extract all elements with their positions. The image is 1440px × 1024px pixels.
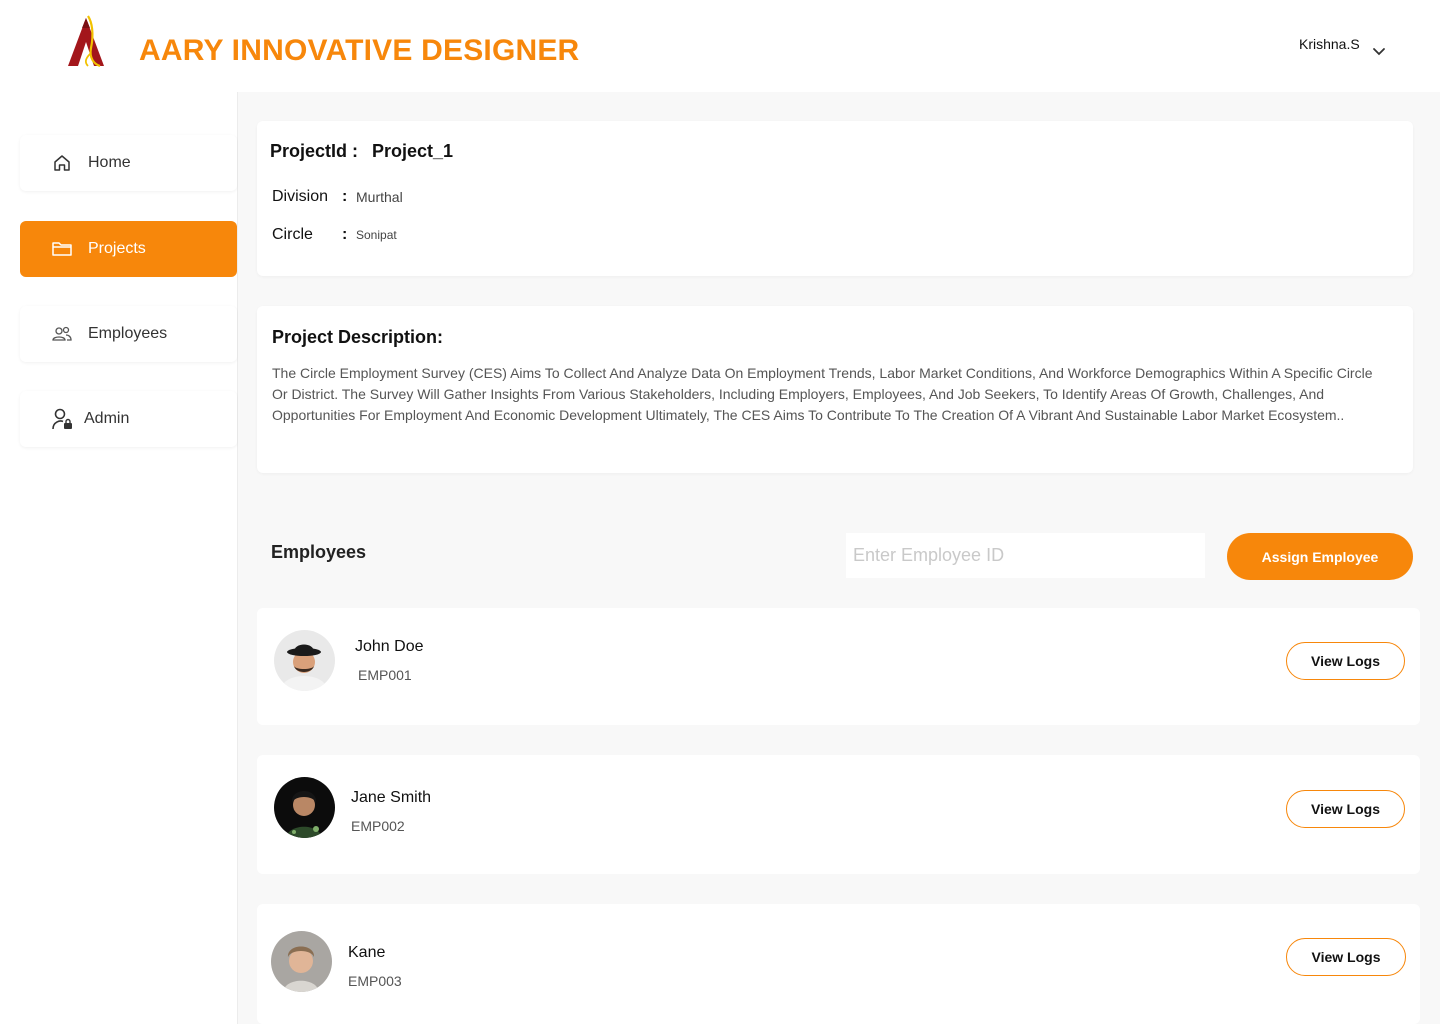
main-content: ProjectId : Project_1 Division : Murthal …: [238, 92, 1440, 1024]
user-menu[interactable]: Krishna.S: [1299, 36, 1385, 56]
employee-id: EMP003: [348, 973, 402, 989]
employee-name: Jane Smith: [351, 789, 432, 806]
brand-title: AARY INNOVATIVE DESIGNER: [139, 34, 580, 67]
employee-id: EMP002: [351, 818, 405, 834]
sidebar-item-label: Projects: [88, 240, 146, 257]
employee-card: Jane Smith EMP002 View Logs: [257, 755, 1420, 874]
sidebar-item-label: Admin: [84, 410, 130, 427]
employee-card: Kane EMP003 View Logs: [257, 904, 1420, 1024]
top-header: AARY INNOVATIVE DESIGNER Krishna.S: [0, 0, 1440, 92]
division-label: Division: [272, 188, 329, 205]
sidebar-item-home[interactable]: Home: [20, 135, 237, 191]
project-id-label: ProjectId :: [270, 141, 359, 161]
circle-colon: :: [342, 226, 348, 243]
sidebar-item-admin[interactable]: Admin: [20, 391, 237, 447]
view-logs-button[interactable]: View Logs: [1286, 938, 1406, 976]
project-description-card: Project Description: The Circle Employme…: [257, 306, 1413, 473]
project-info-card: ProjectId : Project_1 Division : Murthal …: [257, 121, 1413, 276]
division-row: Division : Murthal: [272, 188, 403, 206]
division-colon: :: [342, 188, 348, 205]
project-id: ProjectId : Project_1: [270, 141, 453, 162]
view-logs-button[interactable]: View Logs: [1286, 790, 1405, 828]
chevron-down-icon[interactable]: [1372, 44, 1386, 56]
sidebar-item-projects[interactable]: Projects: [20, 221, 237, 277]
sidebar-item-label: Employees: [88, 325, 168, 342]
sidebar: Home Projects Employees Admin: [0, 92, 238, 1024]
admin-user-lock-icon: [50, 407, 74, 431]
users-icon: [50, 322, 74, 346]
division-value: Murthal: [356, 189, 403, 205]
avatar: [274, 630, 335, 691]
sidebar-item-employees[interactable]: Employees: [20, 306, 237, 362]
employees-section-title: Employees: [271, 542, 367, 562]
employee-id-input[interactable]: [846, 533, 1205, 578]
avatar: [274, 777, 335, 838]
view-logs-button[interactable]: View Logs: [1286, 642, 1405, 680]
circle-row: Circle : Sonipat: [272, 226, 397, 244]
home-icon: [50, 151, 74, 175]
folder-icon: [50, 237, 74, 261]
user-name: Krishna.S: [1299, 36, 1360, 52]
sidebar-item-label: Home: [88, 154, 131, 171]
circle-value: Sonipat: [356, 228, 397, 242]
avatar: [271, 931, 332, 992]
description-title: Project Description:: [272, 327, 444, 347]
employee-card: John Doe EMP001 View Logs: [257, 608, 1420, 725]
brand-logo: [64, 14, 108, 68]
assign-employee-button[interactable]: Assign Employee: [1227, 533, 1413, 580]
employee-id: EMP001: [358, 667, 412, 683]
description-text: The Circle Employment Survey (CES) Aims …: [272, 365, 1373, 423]
circle-label: Circle: [272, 226, 313, 243]
employee-name: Kane: [348, 944, 386, 961]
project-id-value: Project_1: [372, 141, 454, 161]
employee-name: John Doe: [355, 638, 424, 655]
